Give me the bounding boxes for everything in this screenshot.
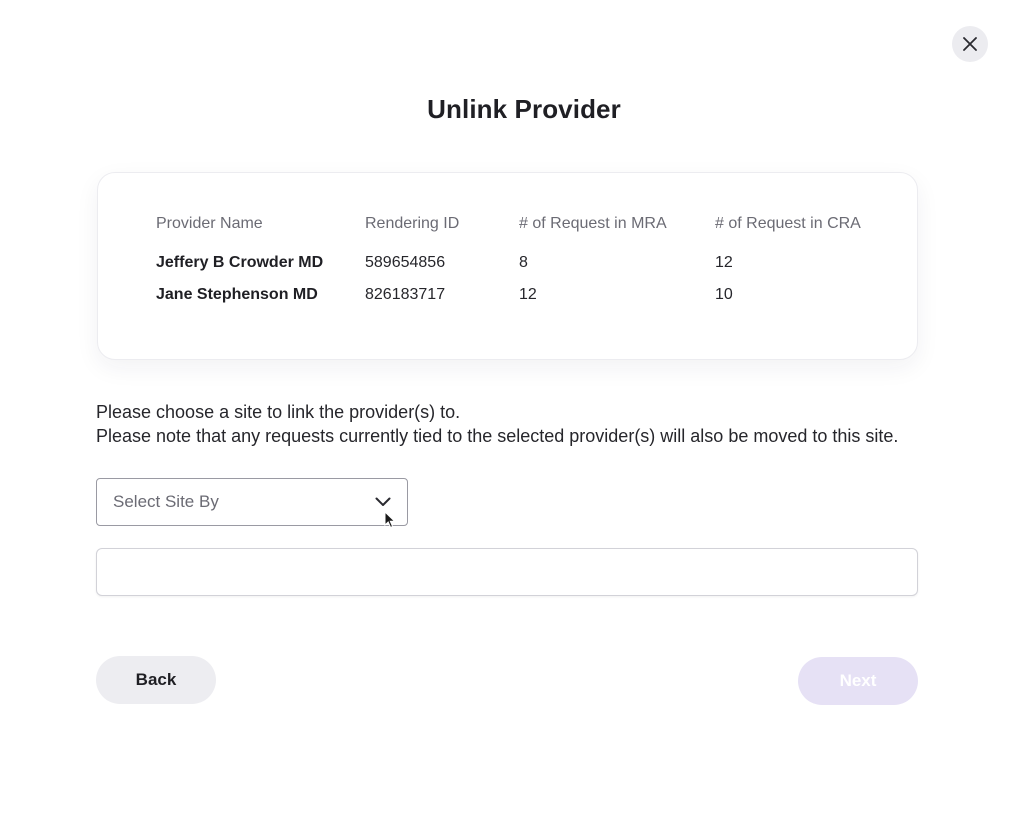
select-site-by-label: Select Site By <box>113 492 219 511</box>
close-icon <box>963 37 977 51</box>
site-input[interactable] <box>96 548 918 596</box>
provider-table-card: Provider Name Rendering ID # of Request … <box>97 172 918 360</box>
provider-table: Provider Name Rendering ID # of Request … <box>156 213 876 315</box>
next-button[interactable]: Next <box>798 657 918 705</box>
unlink-provider-dialog: Unlink Provider Provider Name Rendering … <box>0 0 1014 837</box>
provider-name-cell: Jeffery B Crowder MD <box>156 254 324 271</box>
table-header-row: Provider Name Rendering ID # of Request … <box>156 213 876 235</box>
column-header-rendering-id: Rendering ID <box>365 215 460 232</box>
requests-mra-cell: 12 <box>519 286 537 303</box>
instruction-text: Please choose a site to link the provide… <box>96 400 898 448</box>
column-header-provider-name: Provider Name <box>156 215 263 232</box>
back-button[interactable]: Back <box>96 656 216 704</box>
rendering-id-cell: 826183717 <box>365 286 446 303</box>
provider-name-cell: Jane Stephenson MD <box>156 286 318 303</box>
column-header-requests-mra: # of Request in MRA <box>519 215 667 232</box>
requests-mra-cell: 8 <box>519 254 528 271</box>
table-row: Jane Stephenson MD 826183717 12 10 <box>156 275 876 315</box>
dialog-title: Unlink Provider <box>427 94 621 124</box>
mouse-cursor-icon <box>384 511 396 529</box>
table-row: Jeffery B Crowder MD 589654856 8 12 <box>156 235 876 275</box>
chevron-down-icon <box>375 497 391 506</box>
column-header-requests-cra: # of Request in CRA <box>715 215 861 232</box>
select-site-by-dropdown[interactable]: Select Site By <box>96 478 408 526</box>
requests-cra-cell: 10 <box>715 286 733 303</box>
instruction-line-2: Please note that any requests currently … <box>96 426 899 446</box>
instruction-line-1: Please choose a site to link the provide… <box>96 402 461 422</box>
requests-cra-cell: 12 <box>715 254 733 271</box>
close-button[interactable] <box>952 26 988 62</box>
rendering-id-cell: 589654856 <box>365 254 446 271</box>
